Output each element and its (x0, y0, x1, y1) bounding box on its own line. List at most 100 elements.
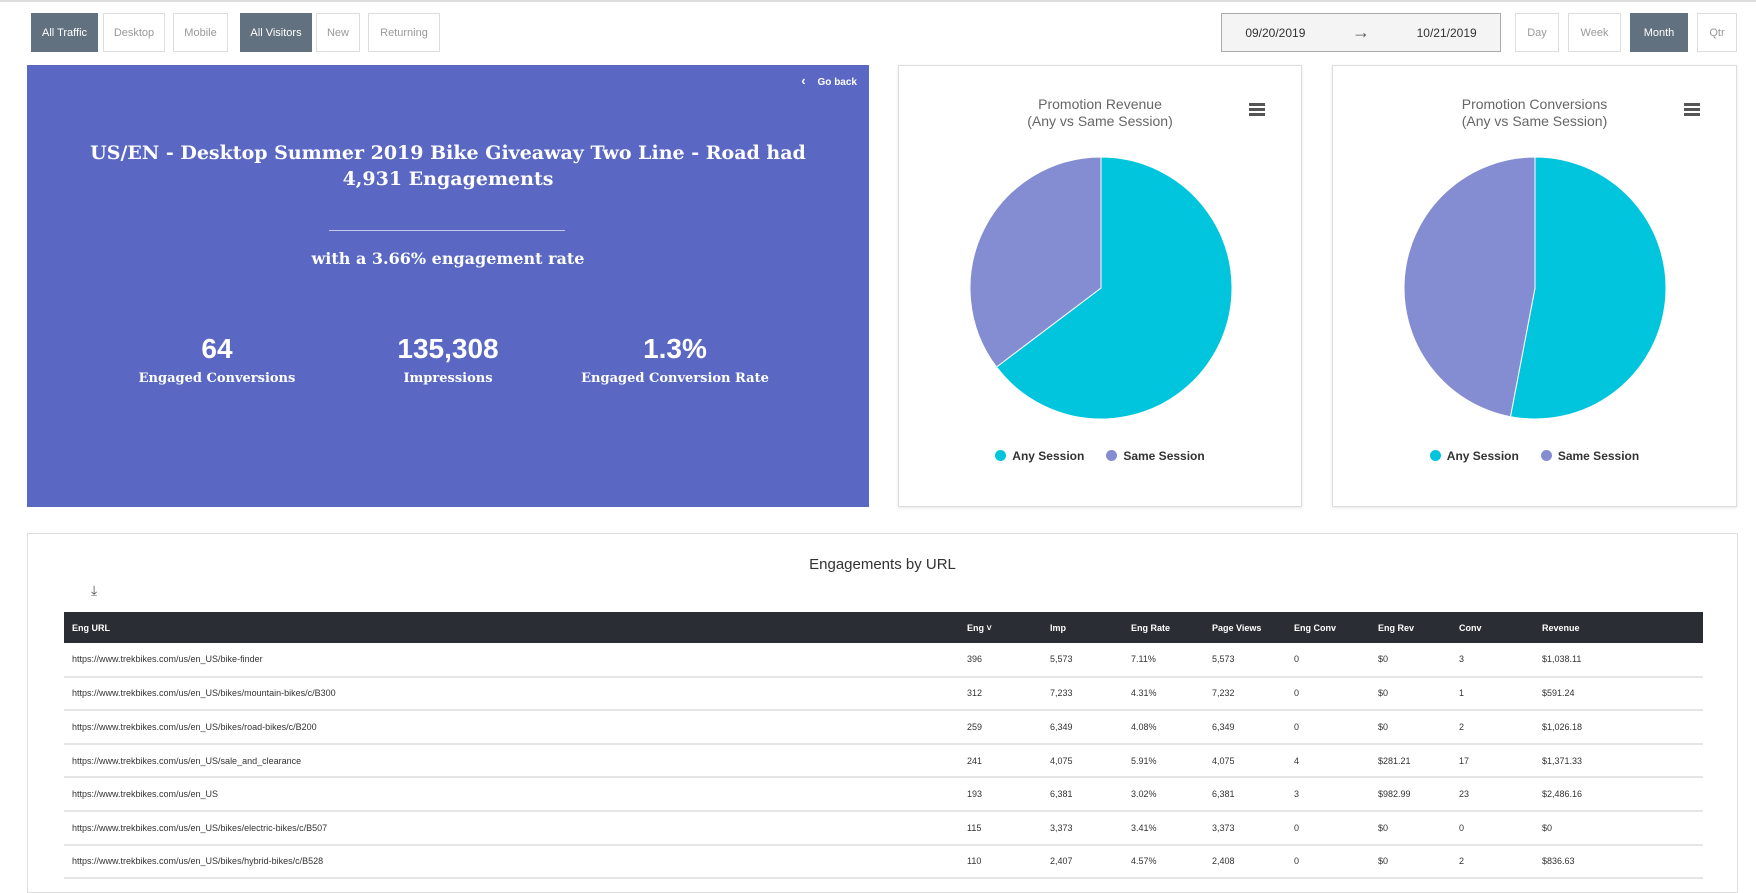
table-row[interactable]: https://www.trekbikes.com/us/en_US 193 6,3… (64, 777, 1703, 812)
column-header[interactable]: Eng URL (64, 612, 959, 643)
table-cell: $591.24 (1534, 676, 1703, 712)
arrow-right-icon: → (1352, 22, 1370, 42)
table-cell: 6,381 (1042, 777, 1123, 812)
period-month[interactable]: Month (1630, 13, 1688, 52)
table-cell: 5,573 (1042, 643, 1123, 678)
table-cell: 6,349 (1204, 710, 1286, 745)
table-row[interactable]: https://www.trekbikes.com/us/en_US/bikes… (64, 810, 1703, 846)
table-cell: $0 (1370, 676, 1451, 712)
url-cell: https://www.trekbikes.com/us/en_US/bikes… (64, 676, 959, 712)
table-cell: 259 (959, 710, 1042, 745)
table-cell: $0 (1370, 844, 1451, 880)
table-cell: 5,573 (1204, 643, 1286, 678)
legend-item-any-session[interactable]: Any Session (1429, 449, 1519, 463)
column-header[interactable]: Revenue (1534, 612, 1703, 643)
table-cell: 1 (1451, 676, 1534, 712)
start-date[interactable]: 09/20/2019 (1245, 26, 1305, 40)
table-cell: $1,371.33 (1534, 743, 1703, 779)
table-cell: 23 (1451, 777, 1534, 812)
table-cell: $0 (1370, 643, 1451, 678)
stat-value: 64 (201, 333, 233, 364)
pie-card-revenue: Promotion Revenue (Any vs Same Session) A… (898, 65, 1302, 507)
filter-new[interactable]: New (316, 13, 360, 52)
stat-label: Engaged Conversions (138, 371, 296, 386)
filter-desktop[interactable]: Desktop (103, 13, 165, 52)
stat-engaged-conversion-rate: 1.3% Engaged Conversion Rate (545, 333, 805, 386)
url-cell: https://www.trekbikes.com/us/en_US/bikes… (64, 844, 959, 880)
pie-chart (1403, 156, 1667, 420)
table-cell: 6,381 (1204, 777, 1286, 812)
table-row[interactable]: https://www.trekbikes.com/us/en_US/bike-… (64, 643, 1703, 678)
chart-legend: Any Session Same Session (1333, 449, 1736, 463)
table-cell: 4.31% (1123, 676, 1204, 712)
table-cell: $281.21 (1370, 743, 1451, 779)
table-cell: $1,026.18 (1534, 710, 1703, 745)
table-cell: 4.57% (1123, 844, 1204, 880)
filter-all-traffic[interactable]: All Traffic (31, 13, 98, 52)
table-cell: 4,075 (1204, 743, 1286, 779)
table-cell: 7,232 (1204, 676, 1286, 712)
pie-slice-same-session[interactable] (1403, 156, 1536, 418)
stat-impressions: 135,308 Impressions (318, 333, 578, 386)
download-icon[interactable]: ⤓ (91, 582, 97, 599)
table-cell: $0 (1370, 810, 1451, 846)
table-cell: 193 (959, 777, 1042, 812)
filter-mobile[interactable]: Mobile (173, 13, 228, 52)
column-header[interactable]: Page Views (1204, 612, 1286, 643)
column-header[interactable]: Eng Rate (1123, 612, 1204, 643)
stat-label: Engaged Conversion Rate (581, 371, 769, 386)
period-week[interactable]: Week (1568, 13, 1621, 52)
stat-engaged-conversions: 64 Engaged Conversions (87, 333, 347, 386)
table-cell: 4.08% (1123, 710, 1204, 745)
stat-value: 135,308 (397, 333, 499, 364)
table-row[interactable]: https://www.trekbikes.com/us/en_US/bikes… (64, 844, 1703, 880)
legend-item-any-session[interactable]: Any Session (995, 449, 1084, 463)
url-cell: https://www.trekbikes.com/us/en_US/bike-… (64, 643, 959, 678)
pie-card-conversions: Promotion Conversions (Any vs Same Sessio… (1332, 65, 1737, 507)
table-cell: 0 (1286, 643, 1370, 678)
table-cell: 5.91% (1123, 743, 1204, 779)
chart-title: Promotion Revenue (Any vs Same Session) (1027, 96, 1173, 129)
table-cell: 396 (959, 643, 1042, 678)
hamburger-menu-icon[interactable] (1684, 103, 1700, 118)
table-cell: 0 (1286, 676, 1370, 712)
table-cell: 3 (1451, 643, 1534, 678)
end-date[interactable]: 10/21/2019 (1417, 26, 1477, 40)
table-cell: 0 (1286, 810, 1370, 846)
table-row[interactable]: https://www.trekbikes.com/us/en_US/bikes… (64, 676, 1703, 712)
column-header[interactable]: Imp (1042, 612, 1123, 643)
column-header[interactable]: Eng Conv (1286, 612, 1370, 643)
legend-item-same-session[interactable]: Same Session (1540, 449, 1639, 463)
table-row[interactable]: https://www.trekbikes.com/us/en_US/bikes… (64, 710, 1703, 745)
legend-item-same-session[interactable]: Same Session (1106, 449, 1205, 463)
table-cell: 3,373 (1042, 810, 1123, 846)
column-header[interactable]: Conv (1451, 612, 1534, 643)
engagements-table-card: Engagements by URL ⤓ Eng URL Eng ˅ Imp Eng … (27, 533, 1738, 893)
stat-value: 1.3% (643, 333, 707, 364)
filter-returning[interactable]: Returning (368, 13, 440, 52)
table-row[interactable]: https://www.trekbikes.com/us/en_US/sale_… (64, 743, 1703, 779)
period-day[interactable]: Day (1515, 13, 1559, 52)
period-qtr[interactable]: Qtr (1697, 13, 1737, 52)
table-cell: 0 (1286, 844, 1370, 880)
date-range-picker[interactable]: 09/20/2019 → 10/21/2019 (1221, 13, 1501, 52)
table-cell: 115 (959, 810, 1042, 846)
column-header[interactable]: Eng Rev (1370, 612, 1451, 643)
summary-headline: US/EN - Desktop Summer 2019 Bike Giveawa… (90, 142, 806, 190)
url-cell: https://www.trekbikes.com/us/en_US/bikes… (64, 810, 959, 846)
table-cell: 4 (1286, 743, 1370, 779)
filter-all-visitors[interactable]: All Visitors (240, 13, 312, 52)
table-cell: $0 (1534, 810, 1703, 846)
hamburger-menu-icon[interactable] (1249, 103, 1265, 118)
table-cell: 7.11% (1123, 643, 1204, 678)
column-header[interactable]: Eng ˅ (959, 612, 1042, 643)
table-cell: 110 (959, 844, 1042, 880)
chart-legend: Any Session Same Session (899, 449, 1301, 463)
pie-chart (969, 156, 1233, 420)
table-cell: 3.02% (1123, 777, 1204, 812)
summary-panel: ‹ Go back US/EN - Desktop Summer 2019 Bik… (27, 65, 869, 507)
table-cell: 0 (1286, 710, 1370, 745)
table-cell: 7,233 (1042, 676, 1123, 712)
go-back-link[interactable]: ‹ Go back (801, 73, 857, 88)
table-cell: 2,407 (1042, 844, 1123, 880)
